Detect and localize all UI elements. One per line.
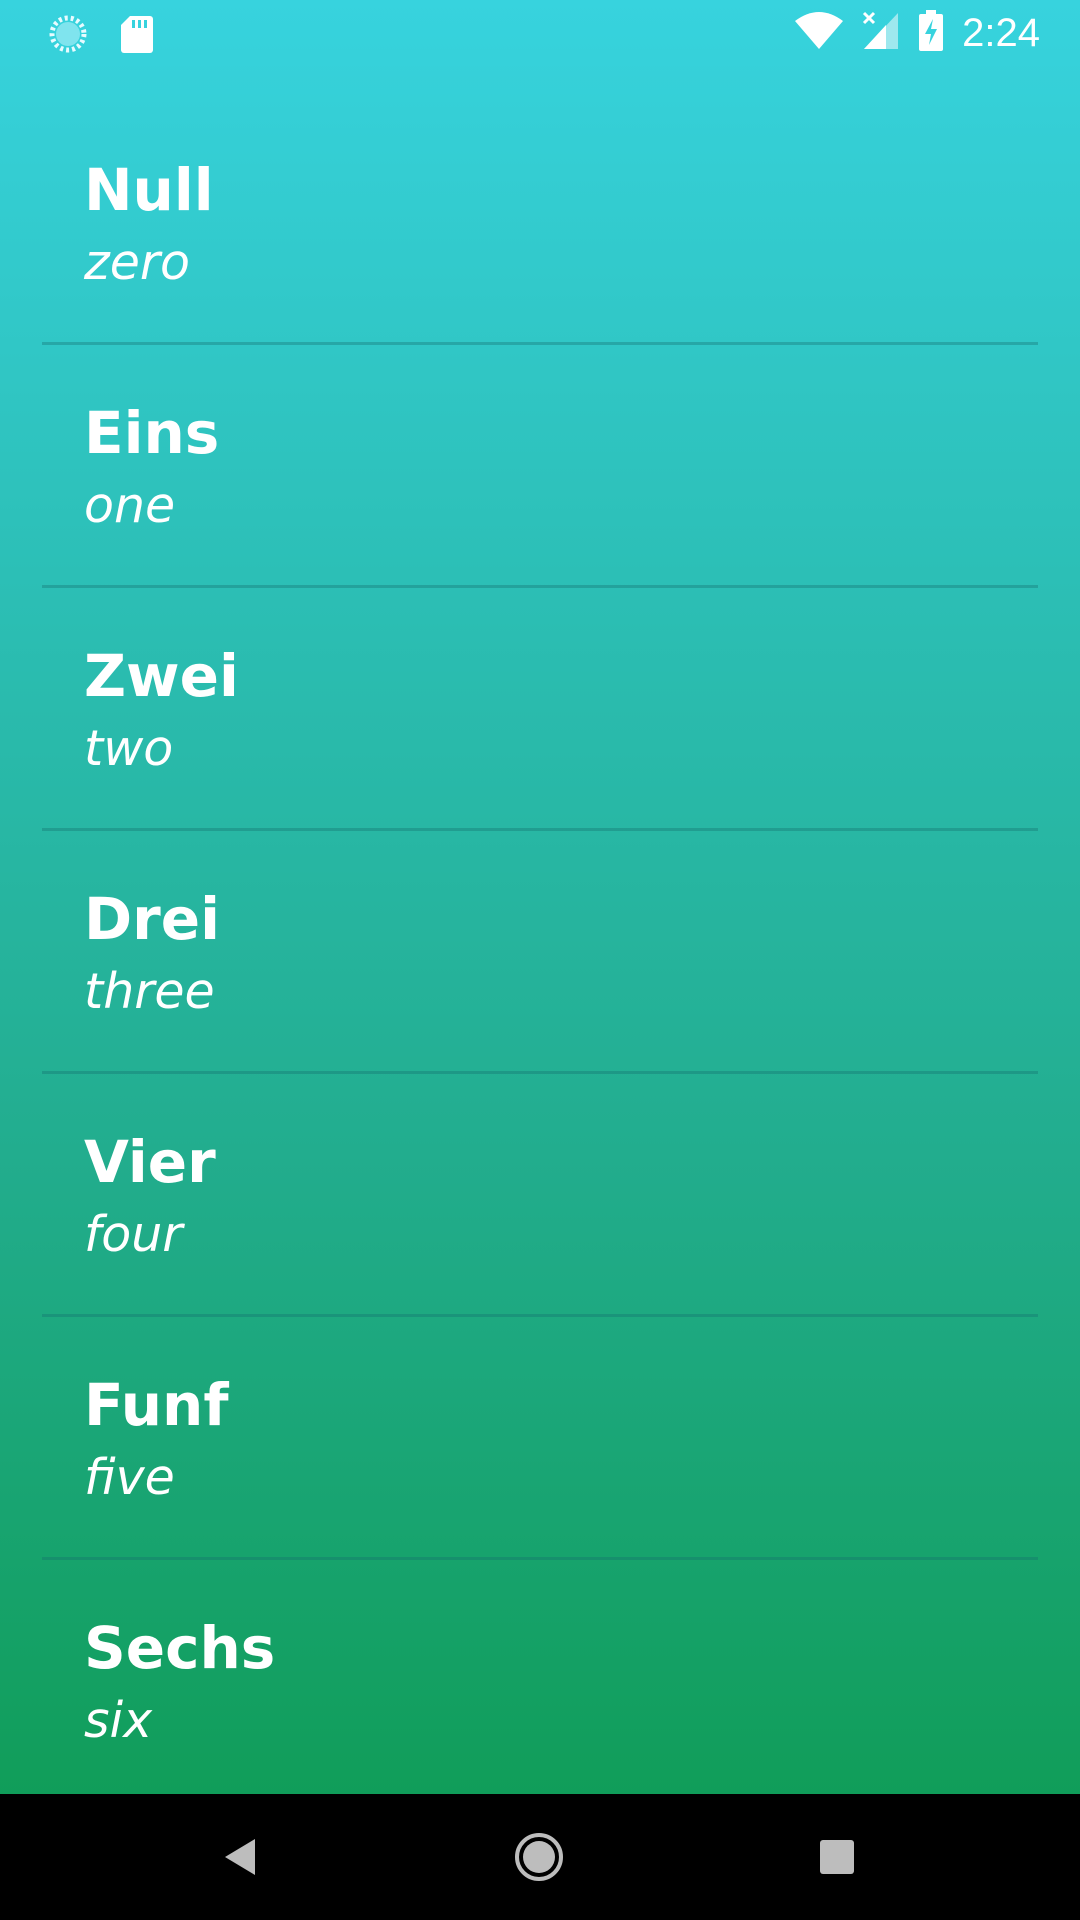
sd-card-icon	[120, 14, 154, 59]
number-list: Null zero Eins one Zwei two Drei three Vier four F…	[42, 102, 1038, 1803]
status-left-icons	[46, 12, 154, 61]
german-word: Zwei	[84, 642, 239, 710]
home-icon	[515, 1833, 563, 1881]
english-translation: three	[84, 963, 215, 1020]
german-word: Null	[84, 156, 214, 224]
german-word: Vier	[84, 1128, 216, 1196]
status-bar: 2:24	[0, 0, 1080, 66]
wifi-icon	[794, 11, 844, 56]
recents-button[interactable]	[802, 1822, 872, 1892]
english-translation: two	[84, 720, 174, 777]
recents-icon	[820, 1840, 854, 1874]
list-item[interactable]: Sechs six	[42, 1560, 1038, 1803]
list-item[interactable]: Funf five	[42, 1317, 1038, 1560]
back-button[interactable]	[206, 1822, 276, 1892]
english-translation: zero	[84, 234, 190, 291]
navigation-bar	[0, 1794, 1080, 1920]
german-word: Eins	[84, 399, 220, 467]
english-translation: four	[84, 1206, 183, 1263]
status-time: 2:24	[962, 11, 1040, 55]
english-translation: five	[84, 1449, 175, 1506]
list-item[interactable]: Zwei two	[42, 588, 1038, 831]
german-word: Sechs	[84, 1614, 276, 1682]
german-word: Funf	[84, 1371, 229, 1439]
status-right-icons: 2:24	[794, 10, 1040, 57]
list-item[interactable]: Null zero	[42, 102, 1038, 345]
battery-charging-icon	[918, 10, 944, 57]
list-item[interactable]: Vier four	[42, 1074, 1038, 1317]
app-screen: 2:24 Null zero Eins one Zwei two Drei three Vier…	[0, 0, 1080, 1920]
german-word: Drei	[84, 885, 220, 953]
cell-signal-icon	[862, 11, 900, 56]
list-item[interactable]: Drei three	[42, 831, 1038, 1074]
english-translation: one	[84, 477, 176, 534]
list-item[interactable]: Eins one	[42, 345, 1038, 588]
sync-icon	[46, 12, 90, 61]
back-icon	[225, 1839, 255, 1875]
english-translation: six	[84, 1692, 153, 1749]
home-button[interactable]	[504, 1822, 574, 1892]
